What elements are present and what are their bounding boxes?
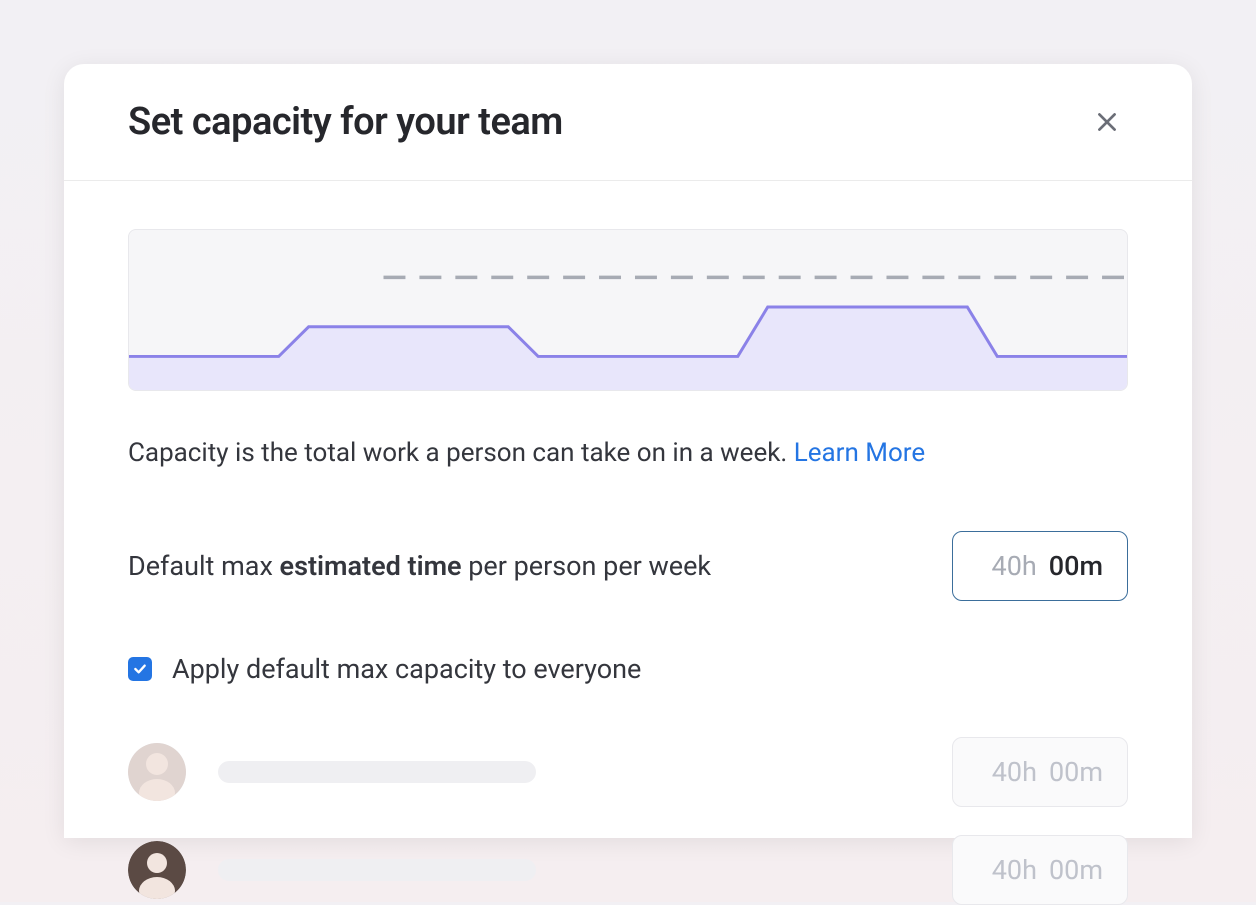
person-name-placeholder xyxy=(218,859,536,881)
person-capacity-input[interactable]: 40h 00m xyxy=(952,737,1128,807)
capacity-chart xyxy=(128,229,1128,391)
minutes-value: 00m xyxy=(1049,854,1103,886)
apply-all-row: Apply default max capacity to everyone xyxy=(128,653,1128,685)
minutes-value: 00m xyxy=(1049,550,1103,582)
avatar xyxy=(128,743,186,801)
apply-all-label: Apply default max capacity to everyone xyxy=(172,653,641,685)
description-text: Capacity is the total work a person can … xyxy=(128,438,794,468)
modal-title: Set capacity for your team xyxy=(128,100,563,144)
modal-body: Capacity is the total work a person can … xyxy=(64,181,1192,905)
hours-value: 40h xyxy=(992,756,1037,788)
check-icon xyxy=(132,661,148,677)
person-row: 40h 00m xyxy=(128,835,1128,905)
default-capacity-input[interactable]: 40h 00m xyxy=(952,531,1128,601)
default-capacity-row: Default max estimated time per person pe… xyxy=(128,531,1128,601)
person-capacity-input[interactable]: 40h 00m xyxy=(952,835,1128,905)
apply-all-checkbox[interactable] xyxy=(128,657,152,681)
learn-more-link[interactable]: Learn More xyxy=(794,438,925,468)
capacity-description: Capacity is the total work a person can … xyxy=(128,435,1128,471)
close-button[interactable] xyxy=(1086,101,1128,143)
default-capacity-label: Default max estimated time per person pe… xyxy=(128,550,711,582)
hours-value: 40h xyxy=(992,854,1037,886)
person-name-placeholder xyxy=(218,761,536,783)
person-row: 40h 00m xyxy=(128,737,1128,807)
avatar xyxy=(128,841,186,899)
modal-header: Set capacity for your team xyxy=(64,64,1192,181)
minutes-value: 00m xyxy=(1049,756,1103,788)
people-list: 40h 00m 40h 00m xyxy=(128,737,1128,905)
capacity-modal: Set capacity for your team Capacity is t… xyxy=(64,64,1192,838)
close-icon xyxy=(1094,109,1120,135)
hours-value: 40h xyxy=(992,550,1037,582)
